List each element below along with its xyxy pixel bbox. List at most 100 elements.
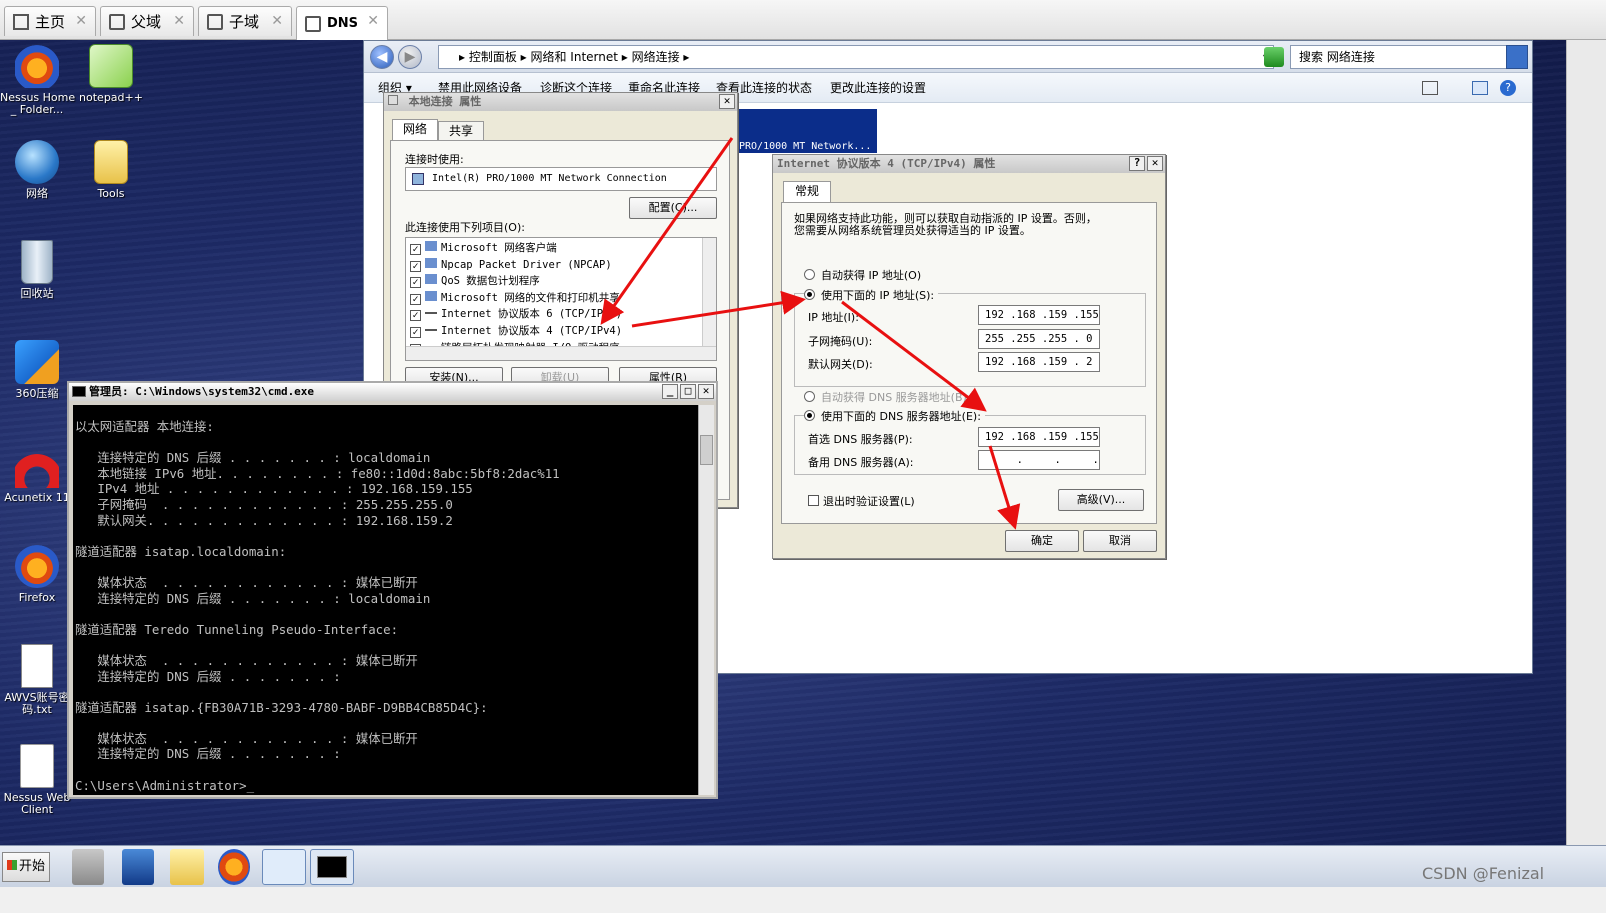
- desktop-icon-nessus-home[interactable]: Nessus Home _ Folder...: [0, 44, 75, 116]
- desktop-icon-recycle-bin[interactable]: 回收站: [0, 240, 74, 300]
- ok-button[interactable]: 确定: [1005, 530, 1079, 552]
- advanced-button[interactable]: 高级(V)...: [1058, 489, 1144, 511]
- breadcrumb[interactable]: ▸ 控制面板 ▸ 网络和 Internet ▸ 网络连接 ▸ ▾: [438, 45, 1274, 69]
- search-icon[interactable]: [1506, 45, 1528, 69]
- vm-tab-child-domain[interactable]: 子域 ✕: [198, 6, 292, 36]
- firefox-icon: [20, 744, 54, 788]
- vm-icon: [305, 15, 321, 32]
- search-input[interactable]: 搜索 网络连接: [1290, 45, 1528, 69]
- vm-tab-parent-domain[interactable]: 父域 ✕: [100, 6, 194, 36]
- dialog-title: Internet 协议版本 4 (TCP/IPv4) 属性: [777, 157, 996, 170]
- back-button[interactable]: ◀: [370, 45, 394, 69]
- manual-dns-radio[interactable]: 使用下面的 DNS 服务器地址(E):: [804, 408, 985, 424]
- adapter-tile-label: PRO/1000 MT Network...: [739, 141, 872, 152]
- list-item-selected[interactable]: ✓ Internet 协议版本 4 (TCP/IPv4): [410, 323, 622, 340]
- network-connections-icon[interactable]: [262, 849, 306, 885]
- close-icon[interactable]: ✕: [75, 13, 87, 29]
- horizontal-scrollbar[interactable]: [406, 346, 716, 360]
- desktop-icon-tools[interactable]: Tools: [74, 140, 148, 200]
- vm-tab-home[interactable]: 主页 ✕: [4, 6, 96, 36]
- close-icon[interactable]: ✕: [719, 94, 735, 109]
- list-item[interactable]: ✓ Microsoft 网络的文件和打印机共享: [410, 290, 622, 307]
- close-icon[interactable]: ✕: [1147, 156, 1163, 171]
- checkbox[interactable]: ✓: [410, 260, 421, 272]
- desktop-icon-firefox[interactable]: Firefox: [0, 544, 74, 604]
- checkbox[interactable]: [808, 495, 819, 506]
- preview-pane-icon[interactable]: [1472, 81, 1488, 95]
- auto-dns-radio[interactable]: 自动获得 DNS 服务器地址(B): [804, 389, 967, 405]
- desktop-icon-nessus-web[interactable]: Nessus Web Client: [0, 744, 74, 816]
- connect-using-label: 连接时使用:: [405, 153, 464, 166]
- radio-icon: [804, 289, 815, 300]
- ip-address-field[interactable]: 192 .168 .159 .155: [978, 305, 1100, 325]
- list-item[interactable]: ✓ QoS 数据包计划程序: [410, 273, 622, 290]
- desktop-icon-network[interactable]: 网络: [0, 140, 74, 200]
- vm-tab-dns[interactable]: DNS ✕: [296, 6, 388, 40]
- powershell-icon[interactable]: [122, 849, 154, 885]
- subnet-mask-field[interactable]: 255 .255 .255 . 0: [978, 329, 1100, 349]
- text-file-icon: [21, 644, 53, 688]
- view-options-icon[interactable]: [1422, 81, 1438, 95]
- checkbox[interactable]: ✓: [410, 310, 421, 322]
- preferred-dns-field[interactable]: 192 .168 .159 .155: [978, 427, 1100, 447]
- manual-ip-radio[interactable]: 使用下面的 IP 地址(S):: [804, 287, 939, 303]
- taskbar: 开始: [0, 845, 1606, 887]
- vertical-scrollbar[interactable]: [702, 238, 716, 346]
- list-item-label: Internet 协议版本 6 (TCP/IPv6): [441, 308, 623, 321]
- manual-ip-label: 使用下面的 IP 地址(S):: [821, 289, 935, 302]
- vertical-scrollbar[interactable]: [698, 405, 714, 795]
- gateway-label: 默认网关(D):: [808, 358, 873, 371]
- server-manager-icon[interactable]: [72, 849, 104, 885]
- change-settings-command[interactable]: 更改此连接的设置: [830, 73, 926, 103]
- checkbox[interactable]: ✓: [410, 277, 421, 289]
- checkbox[interactable]: ✓: [410, 293, 421, 305]
- adapter-tile[interactable]: PRO/1000 MT Network...: [727, 109, 877, 153]
- maximize-icon[interactable]: □: [680, 384, 696, 399]
- desktop-icon-label: 网络: [26, 187, 48, 200]
- tab-network[interactable]: 网络: [392, 119, 438, 141]
- list-item-label: Microsoft 网络客户端: [441, 242, 557, 254]
- desktop-icon-label: Acunetix 11: [4, 491, 70, 504]
- help-icon[interactable]: ?: [1129, 156, 1145, 171]
- validate-checkbox[interactable]: 退出时验证设置(L): [808, 493, 915, 509]
- desktop-icon-360zip[interactable]: 360压缩: [0, 340, 74, 400]
- subnet-mask-label: 子网掩码(U):: [808, 335, 873, 348]
- cmd-taskbar-button[interactable]: [310, 849, 354, 885]
- recycle-bin-icon: [21, 240, 53, 284]
- alternate-dns-label: 备用 DNS 服务器(A):: [808, 456, 914, 469]
- tab-sharing[interactable]: 共享: [438, 121, 484, 141]
- checkbox[interactable]: ✓: [410, 326, 421, 338]
- desktop-icon-notepadpp[interactable]: notepad++: [74, 44, 148, 104]
- desktop-icon-label: 360压缩: [15, 387, 59, 400]
- firefox-icon: [15, 544, 59, 588]
- vm-icon: [109, 13, 125, 30]
- auto-ip-radio[interactable]: 自动获得 IP 地址(O): [804, 267, 921, 283]
- console-output[interactable]: 以太网适配器 本地连接: 连接特定的 DNS 后缀 . . . . . . . …: [73, 405, 699, 795]
- refresh-icon[interactable]: [1264, 47, 1284, 67]
- close-icon[interactable]: ✕: [271, 13, 283, 29]
- gateway-field[interactable]: 192 .168 .159 . 2: [978, 352, 1100, 372]
- breadcrumb-text: ▸ 控制面板 ▸ 网络和 Internet ▸ 网络连接 ▸: [459, 50, 690, 64]
- tab-general[interactable]: 常规: [783, 181, 831, 203]
- minimize-icon[interactable]: _: [662, 384, 678, 399]
- explorer-folder-icon[interactable]: [170, 849, 204, 885]
- checkbox[interactable]: ✓: [410, 244, 421, 255]
- firefox-icon[interactable]: [218, 849, 250, 885]
- start-button[interactable]: 开始: [2, 852, 50, 882]
- list-item[interactable]: ✓ Internet 协议版本 6 (TCP/IPv6): [410, 306, 622, 323]
- configure-button[interactable]: 配置(C)...: [629, 197, 717, 219]
- list-item[interactable]: ✓ Npcap Packet Driver (NPCAP): [410, 257, 622, 274]
- forward-button[interactable]: ▶: [398, 45, 422, 69]
- scrollbar-thumb[interactable]: [700, 435, 713, 465]
- close-icon[interactable]: ✕: [173, 13, 185, 29]
- vm-tab-label: DNS: [327, 16, 359, 31]
- archive-icon: [15, 340, 59, 384]
- list-item[interactable]: ✓ Microsoft 网络客户端: [410, 240, 622, 257]
- desktop-icon-acunetix[interactable]: Acunetix 11: [0, 444, 74, 504]
- cancel-button[interactable]: 取消: [1083, 530, 1157, 552]
- desktop-icon-awvs-txt[interactable]: AWVS账号密 码.txt: [0, 644, 74, 716]
- alternate-dns-field[interactable]: . . .: [978, 450, 1100, 470]
- help-icon[interactable]: ?: [1500, 80, 1516, 96]
- close-icon[interactable]: ✕: [698, 384, 714, 399]
- close-icon[interactable]: ✕: [367, 13, 379, 29]
